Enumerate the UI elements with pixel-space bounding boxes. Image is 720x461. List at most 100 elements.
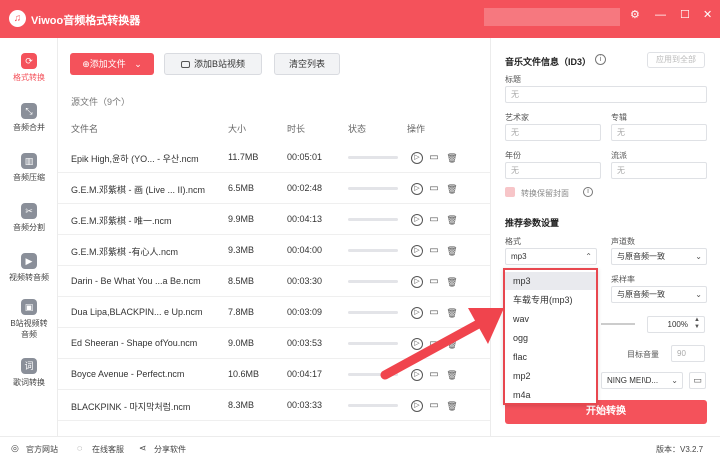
add-file-label: ⊕添加文件 xyxy=(82,59,126,69)
sidebar-item-label: 格式转换 xyxy=(13,73,45,82)
share-software-link[interactable]: 分享软件 xyxy=(154,444,186,455)
year-field[interactable]: 无 xyxy=(505,162,601,179)
folder-icon[interactable]: ▭ xyxy=(428,276,440,288)
table-row[interactable]: G.E.M.邓紫棋 -有心人.ncm 9.3MB 00:04:00 ▷ ▭ 🗑 xyxy=(58,235,490,266)
minimize-icon[interactable]: — xyxy=(655,8,666,22)
format-option-m4r[interactable]: m4r xyxy=(505,403,596,405)
table-row[interactable]: Darin - Be What You ...a Be.ncm 8.5MB 00:0… xyxy=(58,266,490,297)
info-icon[interactable]: i xyxy=(595,54,606,65)
file-name: Epik High,윤하 (YO... - 우산.ncm xyxy=(71,154,199,164)
trash-icon[interactable]: 🗑 xyxy=(446,214,458,226)
folder-icon[interactable]: ▭ xyxy=(428,400,440,412)
share-icon: ⋖ xyxy=(139,443,147,453)
table-row[interactable]: G.E.M.邓紫棋 - 唯一.ncm 9.9MB 00:04:13 ▷ ▭ 🗑 xyxy=(58,204,490,235)
trash-icon[interactable]: 🗑 xyxy=(446,276,458,288)
play-icon[interactable]: ▷ xyxy=(411,183,423,195)
status-bar: ◎ 官方网站 ◌ 在线客服 ⋖ 分享软件 版本：V3.2.7 xyxy=(0,436,720,461)
table-row[interactable]: G.E.M.邓紫棋 - 画 (Live ... II).ncm 6.5MB 00:0… xyxy=(58,173,490,204)
samplerate-label: 采样率 xyxy=(611,275,635,284)
folder-icon[interactable]: ▭ xyxy=(689,372,706,389)
file-duration: 00:02:48 xyxy=(287,183,323,193)
file-size: 7.8MB xyxy=(228,307,255,317)
format-option-wav[interactable]: wav xyxy=(505,310,596,328)
output-path-select[interactable]: NING MEI\D... ⌄ xyxy=(601,372,683,389)
sidebar-item-bilibili-to-audio[interactable]: ▣ B站视频转 音频 xyxy=(0,294,58,350)
file-duration: 00:05:01 xyxy=(287,152,323,162)
column-header-duration: 时长 xyxy=(287,124,306,134)
volume-slider[interactable] xyxy=(601,323,635,325)
folder-icon[interactable]: ▭ xyxy=(428,214,440,226)
file-duration: 00:03:09 xyxy=(287,307,323,317)
trash-icon[interactable]: 🗑 xyxy=(446,400,458,412)
file-size: 10.6MB xyxy=(228,369,260,379)
convert-icon: ⟳ xyxy=(21,53,37,69)
sidebar-item-video-to-audio[interactable]: ▶ 视频转音频 xyxy=(0,248,58,296)
channel-select-value: 与原音频一致 xyxy=(617,252,665,261)
keep-cover-label: 转换保留封面 xyxy=(521,189,569,198)
format-option-m4a[interactable]: m4a xyxy=(505,386,596,403)
add-bilibili-video-button[interactable]: 添加B站视频 xyxy=(164,53,262,75)
source-file-count: 源文件（9个） xyxy=(71,97,131,107)
chevron-down-icon[interactable]: ⌄ xyxy=(134,59,142,69)
play-icon[interactable]: ▷ xyxy=(411,400,423,412)
title-field-label: 标题 xyxy=(505,75,521,84)
format-option-flac[interactable]: flac xyxy=(505,348,596,366)
bilibili-icon: ▣ xyxy=(21,299,37,315)
sidebar-item-lyrics-convert[interactable]: 词 歌词转换 xyxy=(0,353,58,401)
format-option-mp2[interactable]: mp2 xyxy=(505,367,596,385)
merge-icon: ⤡ xyxy=(21,103,37,119)
file-duration: 00:03:30 xyxy=(287,276,323,286)
play-icon[interactable]: ▷ xyxy=(411,152,423,164)
online-support-link[interactable]: 在线客服 xyxy=(92,444,124,455)
progress-bar xyxy=(348,249,398,252)
close-icon[interactable]: ✕ xyxy=(703,8,712,22)
target-volume-input[interactable]: 90 xyxy=(671,345,705,362)
play-icon[interactable]: ▷ xyxy=(411,214,423,226)
album-field[interactable]: 无 xyxy=(611,124,707,141)
sidebar-item-format-convert[interactable]: ⟳ 格式转换 xyxy=(0,48,58,96)
album-field-label: 专辑 xyxy=(611,113,627,122)
play-icon[interactable]: ▷ xyxy=(411,276,423,288)
trash-icon[interactable]: 🗑 xyxy=(446,183,458,195)
title-field[interactable]: 无 xyxy=(505,86,707,103)
table-header: 文件名 大小 时长 状态 操作 xyxy=(58,122,490,138)
apply-to-all-button[interactable]: 应用到全部 xyxy=(647,52,705,68)
settings-icon[interactable]: ⚙ xyxy=(630,8,640,22)
play-icon[interactable]: ▷ xyxy=(411,245,423,257)
maximize-icon[interactable]: ☐ xyxy=(680,8,690,22)
file-name: G.E.M.邓紫棋 - 唯一.ncm xyxy=(71,216,172,226)
official-website-link[interactable]: 官方网站 xyxy=(26,444,58,455)
genre-field[interactable]: 无 xyxy=(611,162,707,179)
sidebar-item-audio-compress[interactable]: ▥ 音频压缩 xyxy=(0,148,58,196)
stepper-icon[interactable]: ▲ ▼ xyxy=(694,317,700,331)
artist-field[interactable]: 无 xyxy=(505,124,601,141)
sidebar-item-audio-split[interactable]: ✂ 音频分割 xyxy=(0,198,58,246)
user-account-area[interactable] xyxy=(484,8,620,26)
add-file-button[interactable]: ⊕添加文件 ⌄ xyxy=(70,53,154,75)
volume-input[interactable]: 100% ▲ ▼ xyxy=(647,316,705,333)
table-row[interactable]: BLACKPINK - 마지막처럼.ncm 8.3MB 00:03:33 ▷ ▭ 🗑 xyxy=(58,390,490,421)
sidebar-item-label: B站视频转 音频 xyxy=(10,319,48,339)
clear-list-button[interactable]: 清空列表 xyxy=(274,53,340,75)
format-label: 格式 xyxy=(505,237,521,246)
trash-icon[interactable]: 🗑 xyxy=(446,245,458,257)
artist-field-label: 艺术家 xyxy=(505,113,529,122)
table-row[interactable]: Epik High,윤하 (YO... - 우산.ncm 11.7MB 00:05:… xyxy=(58,142,490,173)
app-logo-icon: ♫ xyxy=(9,10,26,27)
info-icon[interactable]: i xyxy=(583,187,593,197)
trash-icon[interactable]: 🗑 xyxy=(446,152,458,164)
folder-icon[interactable]: ▭ xyxy=(428,245,440,257)
sidebar-item-audio-merge[interactable]: ⤡ 音频合并 xyxy=(0,98,58,146)
progress-bar xyxy=(348,404,398,407)
format-option-car-mp3[interactable]: 车载专用(mp3) xyxy=(505,291,596,309)
folder-icon[interactable]: ▭ xyxy=(428,183,440,195)
folder-icon[interactable]: ▭ xyxy=(428,152,440,164)
format-select[interactable]: mp3 ⌃ xyxy=(505,248,597,265)
samplerate-select[interactable]: 与原音频一致 ⌄ xyxy=(611,286,707,303)
format-option-ogg[interactable]: ogg xyxy=(505,329,596,347)
compress-icon: ▥ xyxy=(21,153,37,169)
format-option-mp3[interactable]: mp3 xyxy=(505,272,596,290)
keep-cover-checkbox[interactable] xyxy=(505,187,515,197)
channel-select[interactable]: 与原音频一致 ⌄ xyxy=(611,248,707,265)
sidebar-item-label: 音频分割 xyxy=(13,223,45,232)
